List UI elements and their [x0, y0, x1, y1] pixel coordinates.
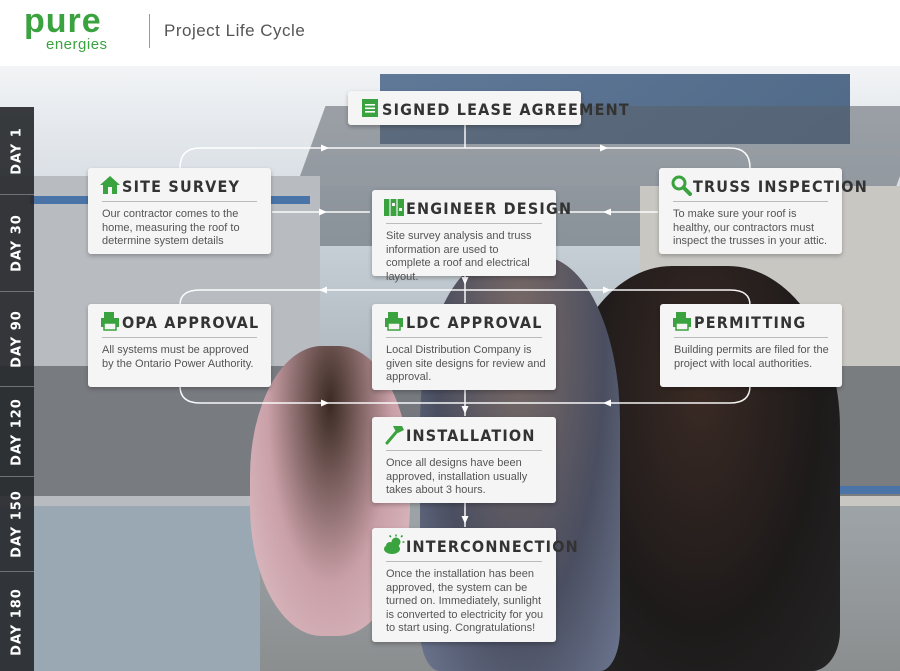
step-site-survey[interactable]: SITE SURVEY Our contractor comes to the … — [88, 168, 271, 254]
step-title: OPA APPROVAL — [122, 313, 260, 332]
hammer-icon — [385, 426, 404, 445]
step-title: PERMITTING — [694, 313, 807, 332]
blueprint-icon — [384, 199, 404, 216]
step-permitting[interactable]: PERMITTING Building permits are filed fo… — [660, 304, 842, 387]
step-description: Once all designs have been approved, ins… — [386, 457, 528, 496]
step-signed-lease[interactable]: SIGNED LEASE AGREEMENT — [348, 91, 629, 125]
step-description: All systems must be approved by the Onta… — [102, 344, 254, 370]
step-truss-inspection[interactable]: TRUSS INSPECTION To make sure your roof … — [659, 168, 867, 254]
step-opa-approval[interactable]: OPA APPROVAL All systems must be approve… — [88, 304, 271, 387]
printer-icon — [673, 312, 691, 331]
step-description: Building permits are filed for the proje… — [674, 344, 829, 370]
house-icon — [100, 176, 120, 194]
document-icon — [362, 99, 378, 117]
step-engineer-design[interactable]: ENGINEER DESIGN Site survey analysis and… — [372, 190, 571, 283]
step-title: LDC APPROVAL — [406, 313, 543, 332]
step-description: Site survey analysis and truss informati… — [386, 230, 532, 283]
step-title: SITE SURVEY — [122, 177, 241, 196]
magnifier-icon — [671, 175, 692, 196]
step-title: INSTALLATION — [406, 426, 536, 445]
step-description: To make sure your roof is healthy, our c… — [673, 208, 828, 247]
printer-icon — [101, 312, 119, 331]
page-title: Project Life Cycle — [164, 21, 306, 40]
step-title: TRUSS INSPECTION — [693, 177, 868, 196]
pure-energies-logo[interactable]: pure energies — [24, 2, 136, 53]
step-description: Our contractor comes to the home, measur… — [102, 208, 240, 247]
sun-cloud-icon — [384, 534, 405, 554]
step-title: INTERCONNECTION — [406, 537, 579, 556]
step-title: SIGNED LEASE AGREEMENT — [382, 100, 630, 119]
step-title: ENGINEER DESIGN — [406, 199, 573, 218]
step-description: Once the installation has been approved,… — [386, 568, 544, 634]
logo-sub-text: energies — [46, 36, 108, 53]
step-description: Local Distribution Company is given site… — [386, 344, 546, 383]
step-installation[interactable]: INSTALLATION Once all designs have been … — [372, 417, 556, 503]
step-ldc-approval[interactable]: LDC APPROVAL Local Distribution Company … — [372, 304, 556, 390]
printer-icon — [385, 312, 403, 331]
step-interconnection[interactable]: INTERCONNECTION Once the installation ha… — [372, 528, 578, 642]
header-divider — [149, 14, 150, 48]
header: pure energies Project Life Cycle — [0, 0, 900, 66]
